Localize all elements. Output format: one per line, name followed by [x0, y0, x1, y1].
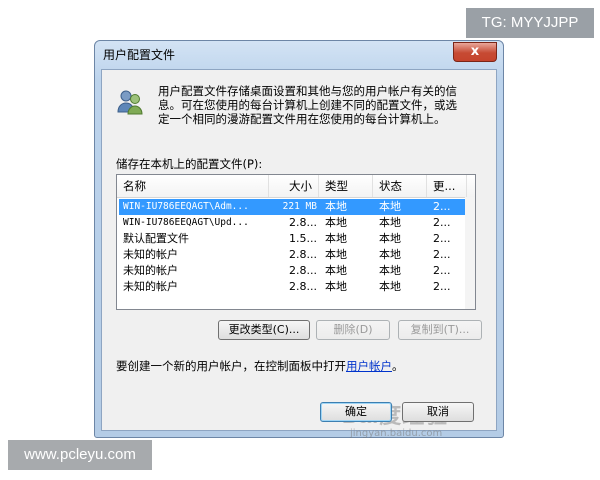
row-type: 本地	[325, 216, 347, 229]
site-watermark: www.pcleyu.com	[8, 440, 152, 470]
row-name: 未知的帐户	[123, 264, 178, 277]
row-name: WIN-IU786EEQAGT\Adm...	[123, 201, 249, 212]
copy-to-button[interactable]: 复制到(T)...	[398, 320, 482, 340]
row-more: 2...	[433, 216, 451, 229]
cancel-button[interactable]: 取消	[402, 402, 474, 422]
profile-row[interactable]: 未知的帐户 2.8... 本地 本地 2...	[119, 279, 465, 295]
row-status: 本地	[379, 200, 401, 213]
row-size: 2.8...	[289, 264, 317, 277]
row-name: WIN-IU786EEQAGT\Upd...	[123, 217, 249, 228]
baidu-watermark-url: jingyan.baidu.com	[350, 428, 443, 439]
profile-row[interactable]: 未知的帐户 2.8... 本地 本地 2...	[119, 247, 465, 263]
column-header-status[interactable]: 状态	[373, 175, 427, 197]
user-profiles-dialog: 用户配置文件 x 用户配置文件存储桌面设置和其他与您的用户帐户有关的信 息。可在…	[94, 40, 504, 439]
column-header-type[interactable]: 类型	[319, 175, 373, 197]
row-status: 本地	[379, 248, 401, 261]
row-size: 2.8...	[289, 216, 317, 229]
row-more: 2...	[433, 232, 451, 245]
row-type: 本地	[325, 280, 347, 293]
row-name: 默认配置文件	[123, 232, 189, 245]
desc-line-3: 定一个相同的漫游配置文件用在您使用的每台计算机上。	[158, 112, 446, 126]
desc-line-2: 息。可在您使用的每台计算机上创建不同的配置文件，或选	[158, 98, 457, 112]
row-type: 本地	[325, 200, 347, 213]
create-account-info: 要创建一个新的用户帐户，在控制面板中打开用户帐户。	[116, 358, 404, 374]
listview-header: 名称 大小 类型 状态 更...	[117, 175, 475, 198]
info-end: 。	[392, 359, 404, 373]
profile-row[interactable]: WIN-IU786EEQAGT\Upd... 2.8... 本地 本地 2...	[119, 215, 465, 231]
tg-watermark: TG: MYYJJPP	[466, 8, 594, 38]
row-size: 2.8...	[289, 248, 317, 261]
row-status: 本地	[379, 232, 401, 245]
column-header-more[interactable]: 更...	[427, 175, 467, 197]
info-text: 要创建一个新的用户帐户，在控制面板中打开	[116, 359, 346, 373]
profile-row[interactable]: 未知的帐户 2.8... 本地 本地 2...	[119, 263, 465, 279]
desc-line-1: 用户配置文件存储桌面设置和其他与您的用户帐户有关的信	[158, 84, 457, 98]
profile-row[interactable]: 默认配置文件 1.5... 本地 本地 2...	[119, 231, 465, 247]
column-header-size[interactable]: 大小	[269, 175, 319, 197]
listview-scrollbar[interactable]	[465, 197, 475, 309]
dialog-description: 用户配置文件存储桌面设置和其他与您的用户帐户有关的信 息。可在您使用的每台计算机…	[158, 84, 488, 126]
row-size: 221 MB	[282, 201, 317, 212]
row-name: 未知的帐户	[123, 280, 178, 293]
row-status: 本地	[379, 280, 401, 293]
ok-button[interactable]: 确定	[320, 402, 392, 422]
row-more: 2...	[433, 264, 451, 277]
dialog-client-area: 用户配置文件存储桌面设置和其他与您的用户帐户有关的信 息。可在您使用的每台计算机…	[101, 69, 497, 439]
row-type: 本地	[325, 264, 347, 277]
row-more: 2...	[433, 280, 451, 293]
row-size: 2.8...	[289, 280, 317, 293]
dialog-title: 用户配置文件	[103, 48, 176, 62]
profiles-listview[interactable]: 名称 大小 类型 状态 更... WIN-IU786EEQAGT\Adm... …	[116, 174, 476, 310]
profiles-list-label: 储存在本机上的配置文件(P):	[116, 157, 263, 171]
row-status: 本地	[379, 264, 401, 277]
column-header-name[interactable]: 名称	[117, 175, 269, 197]
profile-row[interactable]: WIN-IU786EEQAGT\Adm... 221 MB 本地 本地 2...	[119, 199, 465, 215]
delete-button[interactable]: 删除(D)	[316, 320, 390, 340]
row-type: 本地	[325, 248, 347, 261]
row-name: 未知的帐户	[123, 248, 178, 261]
row-more: 2...	[433, 248, 451, 261]
row-type: 本地	[325, 232, 347, 245]
user-accounts-link[interactable]: 用户帐户	[346, 359, 392, 373]
row-size: 1.5...	[289, 232, 317, 245]
users-icon	[117, 90, 143, 115]
close-button[interactable]: x	[453, 42, 497, 62]
change-type-button[interactable]: 更改类型(C)...	[218, 320, 310, 340]
row-more: 2...	[433, 200, 451, 213]
row-status: 本地	[379, 216, 401, 229]
